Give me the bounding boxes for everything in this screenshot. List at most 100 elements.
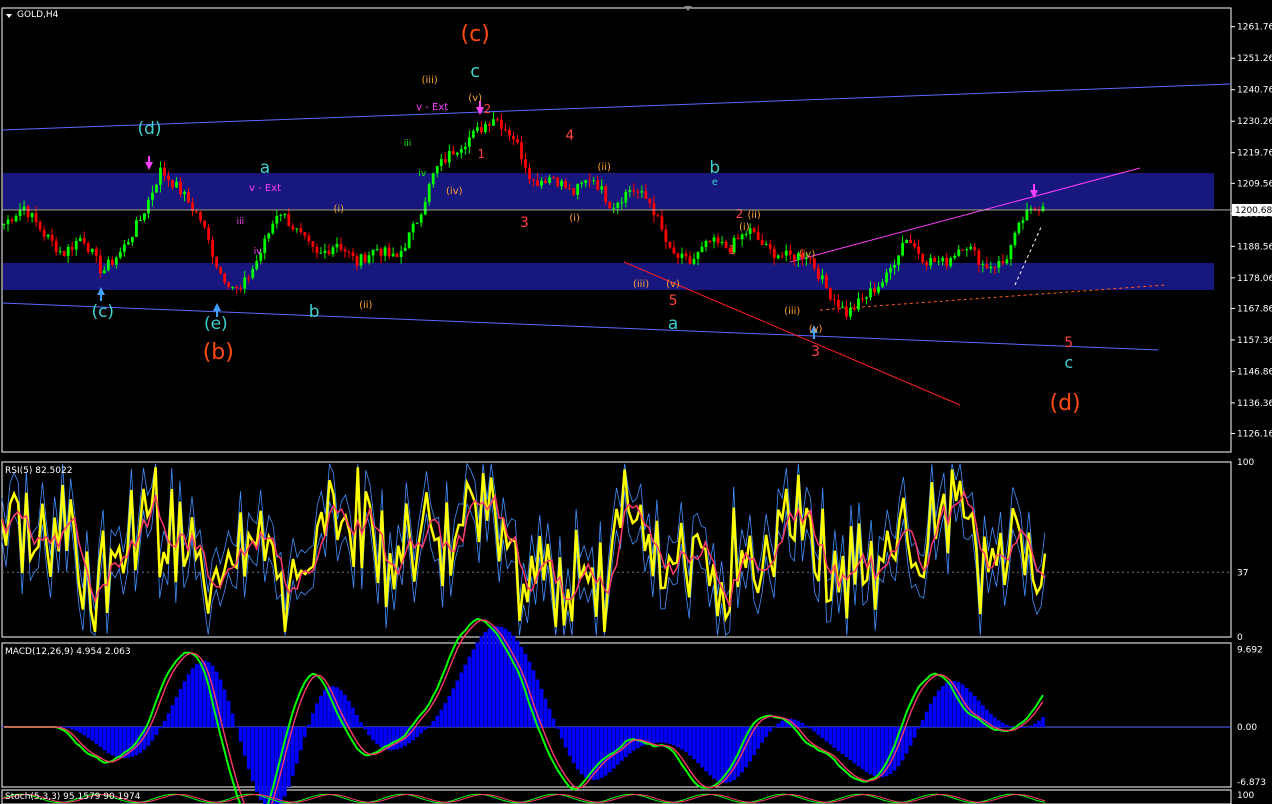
candle-body <box>700 246 704 253</box>
macd-histogram-bar <box>439 709 444 727</box>
candle-body <box>500 119 503 130</box>
macd-histogram-bar <box>844 727 849 757</box>
candle-body <box>215 256 219 267</box>
candle-body <box>14 216 18 222</box>
wave-label: c <box>1064 353 1073 372</box>
candle-body <box>600 186 604 190</box>
candle-body <box>287 213 291 227</box>
macd-histogram-bar <box>772 727 777 728</box>
macd-histogram-bar <box>868 727 873 775</box>
candle-body <box>219 266 223 274</box>
macd-histogram-bar <box>242 727 247 756</box>
macd-histogram-bar <box>226 700 231 727</box>
macd-histogram-bar <box>660 727 664 743</box>
macd-histogram-bar <box>307 724 311 727</box>
macd-histogram-bar <box>475 642 480 727</box>
macd-histogram-bar <box>483 631 488 727</box>
candle-body <box>760 239 764 245</box>
macd-histogram-bar <box>130 727 135 757</box>
candle-body <box>784 250 788 256</box>
macd-histogram-bar <box>367 727 371 736</box>
macd-histogram-bar <box>636 727 640 749</box>
macd-histogram-bar <box>648 727 652 744</box>
price-axis: 1261.76 1251.26 1240.76 1230.26 1219.76 1209.… <box>2 23 1272 440</box>
macd-histogram-bar <box>611 727 616 769</box>
candle-body <box>652 203 656 216</box>
candle-body <box>463 146 467 150</box>
candle-body <box>78 238 82 241</box>
candle-body <box>34 213 38 223</box>
candle-body <box>1013 232 1017 246</box>
macd-histogram-bar <box>672 727 676 746</box>
candle-body <box>22 206 26 210</box>
candle-body <box>536 180 539 186</box>
macd-histogram-bar <box>704 727 708 772</box>
macd-histogram-bar <box>812 727 817 732</box>
candle-body <box>588 180 592 182</box>
macd-histogram-bar <box>972 696 977 727</box>
candle-body <box>993 266 997 268</box>
candle-body <box>38 222 42 230</box>
wave-label: (v) <box>666 279 680 290</box>
candle-body <box>945 257 949 266</box>
candle-body <box>423 201 427 215</box>
candle-body <box>528 168 531 180</box>
wave-label: 1 <box>728 243 736 257</box>
macd-histogram-bar <box>1001 722 1005 727</box>
candle-body <box>343 249 347 252</box>
wave-label: 4 <box>565 128 574 144</box>
stoch-main-line <box>1 793 1046 804</box>
macd-histogram-bar <box>864 727 869 772</box>
candle-body <box>508 129 511 136</box>
chart-canvas[interactable]: (c) c (iii) (v) v - Ext 2 (d) iii 4 1 iv (iv) a v - E… <box>0 0 1272 804</box>
candle-body <box>307 235 311 242</box>
macd-histogram-bar <box>391 727 395 750</box>
candle-body <box>263 238 267 254</box>
macd-histogram-bar <box>912 727 917 738</box>
macd-histogram-bar <box>575 727 580 770</box>
macd-title: MACD(12,26,9) 4.954 2.063 <box>5 647 131 657</box>
candle-body <box>179 181 182 195</box>
macd-histogram-bar <box>756 727 760 749</box>
candle-body <box>684 253 688 257</box>
stoch-title: Stoch(5,3,3) 95.1579 90.1974 <box>5 792 141 802</box>
price-tick-label: 1209.56 <box>1237 179 1272 189</box>
candle-body <box>351 252 355 257</box>
macd-histogram-bar <box>74 727 79 731</box>
candle-body <box>443 159 447 163</box>
macd-histogram-bar <box>808 727 813 729</box>
candle-body <box>548 177 551 183</box>
macd-histogram-bar <box>1041 717 1045 727</box>
macd-histogram-bar <box>170 705 175 727</box>
candle-body <box>744 233 748 235</box>
macd-histogram-bar <box>1029 725 1033 727</box>
macd-histogram-bar <box>836 727 841 751</box>
macd-tick-label: 0.00 <box>1237 723 1257 733</box>
macd-histogram-bar <box>940 685 945 727</box>
candle-body <box>913 243 917 247</box>
candle-body <box>905 240 909 243</box>
macd-histogram-bar <box>908 727 913 746</box>
price-tick-label: 1126.16 <box>1237 430 1272 440</box>
macd-histogram-bar <box>551 718 556 727</box>
candle-body <box>70 247 74 250</box>
macd-histogram-bar <box>583 727 588 778</box>
candle-body <box>175 181 178 188</box>
candle-body <box>82 238 86 244</box>
wave-label: (iii) <box>422 75 438 86</box>
candle-body <box>106 259 110 271</box>
macd-histogram-bar <box>904 727 909 754</box>
candle-body <box>584 180 588 183</box>
macd-histogram-bar <box>603 727 608 776</box>
macd-histogram-bar <box>162 721 167 727</box>
candle-body <box>672 247 676 254</box>
candle-body <box>471 130 475 138</box>
macd-histogram-bar <box>852 727 857 764</box>
macd-histogram-bar <box>94 727 99 744</box>
macd-histogram-bar <box>62 727 66 728</box>
candle-body <box>708 240 712 242</box>
macd-histogram-bar <box>98 727 103 747</box>
candle-body <box>740 234 744 240</box>
macd-histogram-bar <box>872 727 877 777</box>
macd-histogram-bar <box>234 727 239 728</box>
